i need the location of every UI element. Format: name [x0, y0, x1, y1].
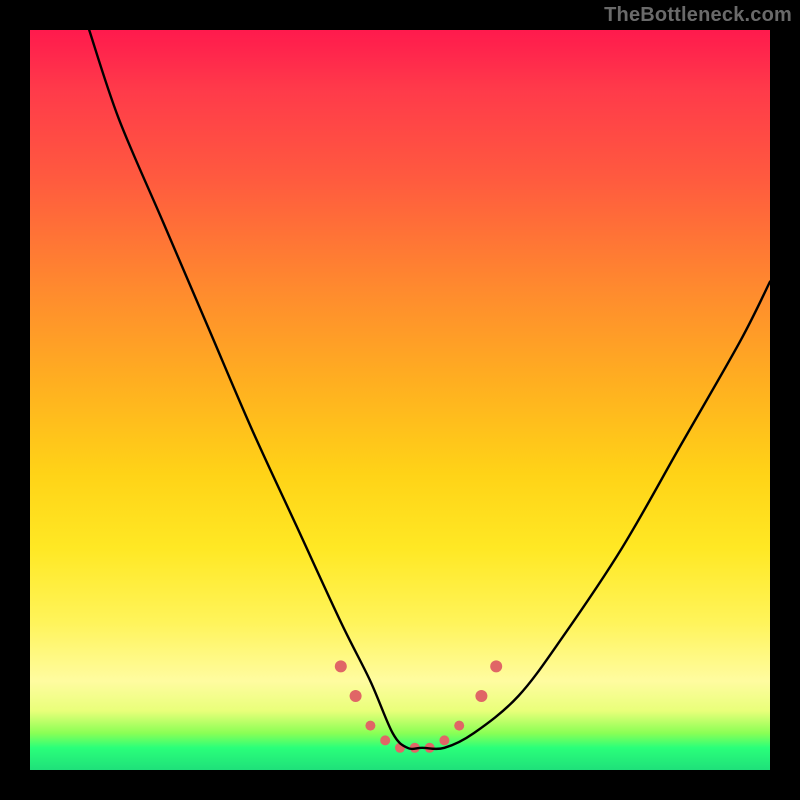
marker-dot: [490, 660, 502, 672]
marker-dot: [380, 735, 390, 745]
marker-dot: [454, 721, 464, 731]
plot-area: [30, 30, 770, 770]
chart-frame: TheBottleneck.com: [0, 0, 800, 800]
marker-dot: [335, 660, 347, 672]
curve-path: [89, 30, 770, 749]
marker-dot: [365, 721, 375, 731]
marker-dot: [475, 690, 487, 702]
marker-dot: [350, 690, 362, 702]
markers-group: [335, 660, 502, 752]
chart-svg: [30, 30, 770, 770]
attribution-text: TheBottleneck.com: [604, 4, 792, 27]
marker-dot: [439, 735, 449, 745]
